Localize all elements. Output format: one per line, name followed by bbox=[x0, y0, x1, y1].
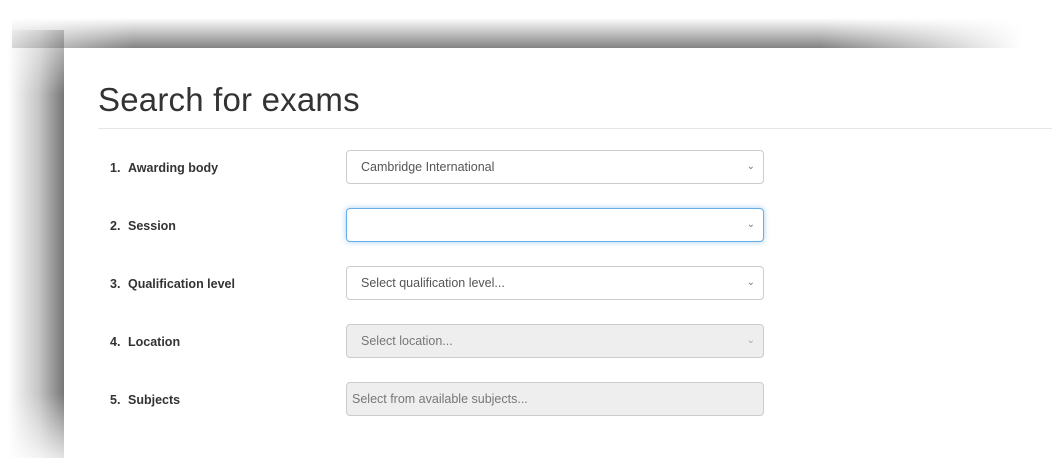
field-label: Awarding body bbox=[128, 161, 219, 175]
step-number: 1. bbox=[110, 161, 121, 175]
field-label: Qualification level bbox=[128, 277, 235, 291]
field-label: Location bbox=[128, 335, 181, 349]
awarding-body-select[interactable]: Cambridge International ⌄ bbox=[346, 150, 764, 184]
chevron-down-icon: ⌄ bbox=[746, 219, 755, 230]
qualification-level-select[interactable]: Select qualification level... ⌄ bbox=[346, 266, 764, 300]
chevron-down-icon: ⌄ bbox=[746, 335, 755, 346]
select-placeholder: Select location... bbox=[361, 334, 453, 348]
step-number: 4. bbox=[110, 335, 121, 349]
step-number: 5. bbox=[110, 393, 121, 407]
location-row: 4. Location Select location... ⌄ bbox=[64, 324, 1052, 360]
chevron-down-icon: ⌄ bbox=[746, 161, 755, 172]
field-label: Subjects bbox=[128, 393, 181, 407]
awarding-body-label: 1. Awarding body bbox=[110, 150, 218, 186]
session-row: 2. Session ⌄ bbox=[64, 208, 1052, 244]
search-form-panel: Search for exams 1. Awarding body Cambrid… bbox=[64, 48, 1052, 458]
subjects-row: 5. Subjects Select from available subject… bbox=[64, 382, 1052, 418]
awarding-body-row: 1. Awarding body Cambridge International … bbox=[64, 150, 1052, 186]
location-select[interactable]: Select location... ⌄ bbox=[346, 324, 764, 358]
chevron-down-icon: ⌄ bbox=[746, 277, 755, 288]
subjects-input[interactable]: Select from available subjects... bbox=[346, 382, 764, 416]
select-value: Cambridge International bbox=[361, 160, 495, 174]
title-divider bbox=[98, 128, 1052, 129]
session-select[interactable]: ⌄ bbox=[346, 208, 764, 242]
session-label: 2. Session bbox=[110, 208, 176, 244]
step-number: 3. bbox=[110, 277, 121, 291]
qualification-level-label: 3. Qualification level bbox=[110, 266, 235, 302]
input-placeholder: Select from available subjects... bbox=[352, 392, 528, 406]
subjects-label: 5. Subjects bbox=[110, 382, 180, 418]
page-title: Search for exams bbox=[98, 81, 360, 118]
qualification-level-row: 3. Qualification level Select qualificati… bbox=[64, 266, 1052, 302]
window-shadow-top bbox=[12, 18, 1022, 48]
window-shadow-left bbox=[8, 30, 64, 458]
field-label: Session bbox=[128, 219, 176, 233]
location-label: 4. Location bbox=[110, 324, 180, 360]
select-placeholder: Select qualification level... bbox=[361, 276, 505, 290]
step-number: 2. bbox=[110, 219, 121, 233]
